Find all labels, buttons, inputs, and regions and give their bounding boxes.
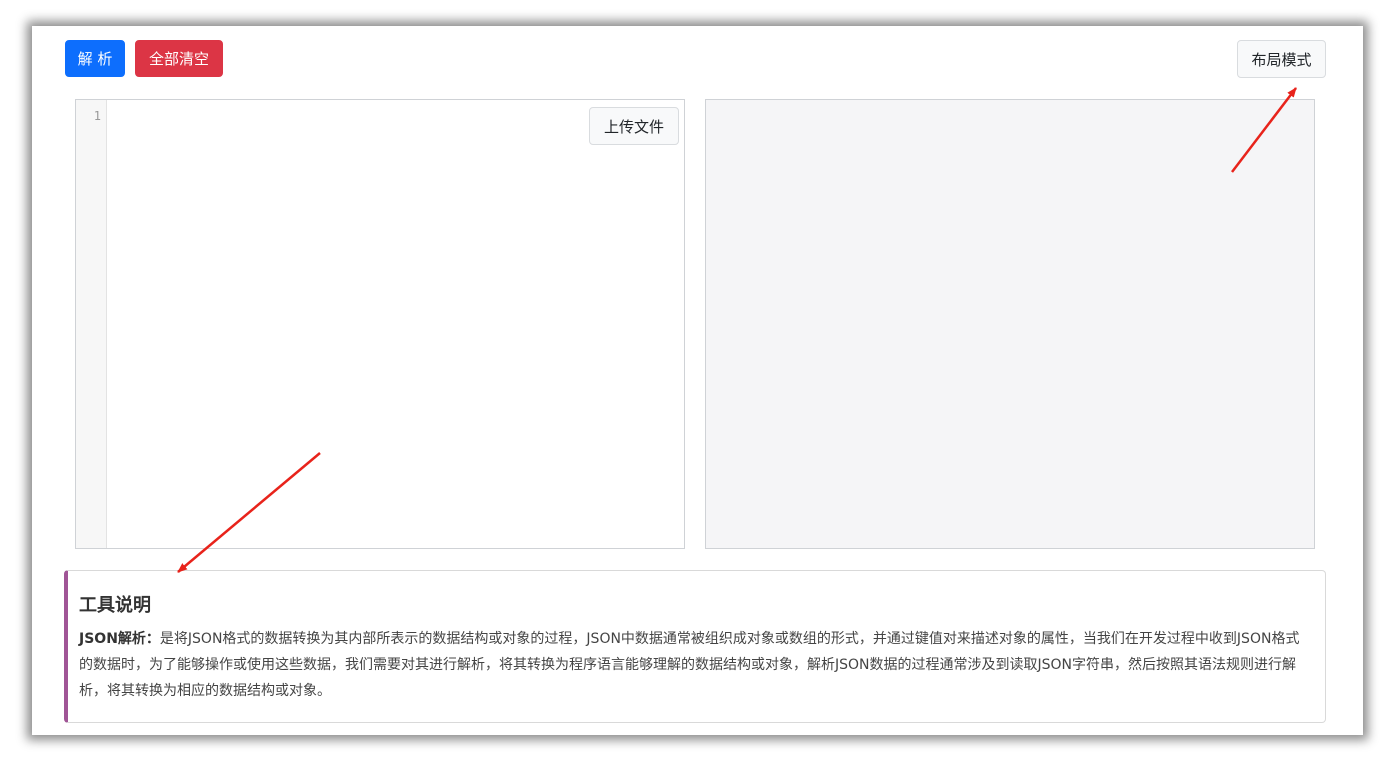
json-output-panel [705, 99, 1315, 549]
json-parse-term: JSON解析： [79, 631, 160, 647]
code-input-area[interactable] [107, 100, 684, 548]
json-input-editor[interactable]: 1 [75, 99, 685, 549]
layout-mode-button[interactable]: 布局模式 [1237, 40, 1326, 78]
parse-button[interactable]: 解 析 [65, 40, 125, 77]
line-number: 1 [93, 109, 101, 123]
tool-description-body: 是将JSON格式的数据转换为其内部所表示的数据结构或对象的过程，JSON中数据通… [79, 631, 1300, 699]
line-number-gutter: 1 [76, 100, 107, 548]
clear-all-button[interactable]: 全部清空 [135, 40, 223, 77]
tool-description-title: 工具说明 [79, 595, 151, 616]
tool-description-panel: 工具说明 JSON解析：是将JSON格式的数据转换为其内部所表示的数据结构或对象… [64, 570, 1326, 723]
upload-file-button[interactable]: 上传文件 [589, 107, 679, 145]
tool-description-text: JSON解析：是将JSON格式的数据转换为其内部所表示的数据结构或对象的过程，J… [79, 626, 1313, 704]
